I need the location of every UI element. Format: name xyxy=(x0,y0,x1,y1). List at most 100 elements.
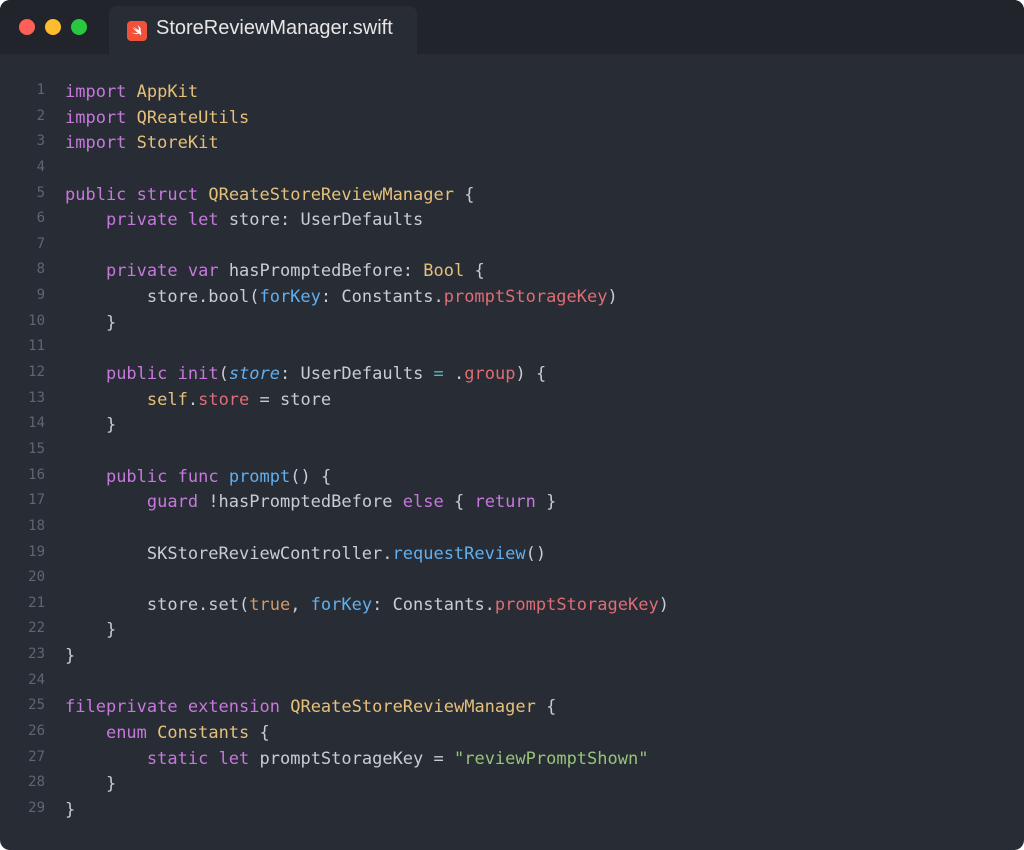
code-token: public xyxy=(105,466,168,487)
line-number: 6 xyxy=(36,210,45,227)
code-token: } xyxy=(65,774,117,795)
line-number: 5 xyxy=(36,184,45,201)
code-token: () xyxy=(525,543,547,564)
code-token: !hasPromptedBefore xyxy=(198,492,403,513)
minimize-window-button[interactable] xyxy=(45,19,61,35)
line-number: 12 xyxy=(28,364,45,381)
code-line: 28 } xyxy=(0,772,1024,798)
code-line: 3 import StoreKit xyxy=(0,131,1024,157)
code-token: } xyxy=(65,620,117,641)
code-token: store: UserDefaults xyxy=(218,210,424,231)
code-line: 25 fileprivate extension QReateStoreRevie… xyxy=(0,695,1024,721)
code-token: requestReview xyxy=(392,543,526,564)
code-text: } xyxy=(65,618,116,644)
code-line: 2 import QReateUtils xyxy=(0,106,1024,132)
code-token: return xyxy=(474,492,536,513)
code-text: guard !hasPromptedBefore else { return } xyxy=(65,490,556,516)
code-token: } xyxy=(65,646,76,667)
line-number: 29 xyxy=(28,799,45,816)
code-line: 4 xyxy=(0,157,1024,183)
editor-window: StoreReviewManager.swift 1 import AppKit 2… xyxy=(0,0,1024,850)
code-line: 11 xyxy=(0,336,1024,362)
code-token: import xyxy=(65,107,127,128)
code-text: } xyxy=(65,644,75,670)
code-token: } xyxy=(65,799,76,820)
code-token: store xyxy=(228,364,281,385)
code-text: } xyxy=(65,798,75,824)
line-number: 15 xyxy=(28,440,45,457)
code-token: guard xyxy=(146,492,199,513)
code-text: import QReateUtils xyxy=(65,106,249,132)
code-line: 16 public func prompt() { xyxy=(0,465,1024,491)
code-line: 21 store.set(true, forKey: Constants.pro… xyxy=(0,593,1024,619)
swift-icon xyxy=(127,21,147,41)
code-line: 5 public struct QReateStoreReviewManager … xyxy=(0,183,1024,209)
code-token: ( xyxy=(218,364,229,385)
line-number: 2 xyxy=(36,107,45,124)
code-text: public struct QReateStoreReviewManager { xyxy=(65,183,474,209)
code-text: store.set(true, forKey: Constants.prompt… xyxy=(65,593,669,619)
code-line: 18 xyxy=(0,516,1024,542)
close-window-button[interactable] xyxy=(19,19,35,35)
code-text: fileprivate extension QReateStoreReviewM… xyxy=(65,695,556,721)
code-token: self xyxy=(146,389,188,410)
code-token: import xyxy=(65,82,127,102)
code-token: func xyxy=(177,466,219,487)
line-number: 18 xyxy=(28,517,45,534)
code-editor[interactable]: 1 import AppKit 2 import QReateUtils 3 import… xyxy=(0,80,1024,824)
code-token: = store xyxy=(249,389,332,410)
line-number: 28 xyxy=(28,774,45,791)
line-number: 4 xyxy=(36,158,45,175)
line-number: 25 xyxy=(28,697,45,714)
code-token: public xyxy=(105,364,168,385)
code-token: ) { xyxy=(515,364,547,385)
code-token: QReateStoreReviewManager xyxy=(208,184,454,205)
code-token: store.bool( xyxy=(65,287,260,308)
line-number: 3 xyxy=(36,133,45,150)
code-token: promptStorageKey xyxy=(443,287,608,308)
code-text: enum Constants { xyxy=(65,721,270,747)
line-number: 14 xyxy=(28,415,45,432)
line-number: 8 xyxy=(36,261,45,278)
code-line: 17 guard !hasPromptedBefore else { retur… xyxy=(0,490,1024,516)
code-line: 19 SKStoreReviewController.requestReview… xyxy=(0,542,1024,568)
code-token: store.set( xyxy=(65,594,250,615)
code-text: } xyxy=(65,311,116,337)
code-token: SKStoreReviewController. xyxy=(65,543,393,564)
code-text: } xyxy=(65,413,116,439)
code-text: public init(store: UserDefaults = .group… xyxy=(65,362,546,388)
code-token: private xyxy=(105,210,178,231)
line-number: 22 xyxy=(28,620,45,637)
code-token: prompt xyxy=(228,466,291,487)
code-token: var xyxy=(187,261,219,282)
code-text: static let promptStorageKey = "reviewPro… xyxy=(65,747,649,773)
code-token: : Constants. xyxy=(320,287,444,308)
code-token: public xyxy=(65,184,127,205)
code-line: 26 enum Constants { xyxy=(0,721,1024,747)
code-token: store xyxy=(198,389,250,410)
maximize-window-button[interactable] xyxy=(71,19,87,35)
code-text: store.bool(forKey: Constants.promptStora… xyxy=(65,285,618,311)
code-token: extension xyxy=(187,697,280,718)
code-line: 22 } xyxy=(0,618,1024,644)
code-token: } xyxy=(535,492,557,513)
code-line: 20 xyxy=(0,567,1024,593)
code-token: AppKit xyxy=(136,82,199,102)
code-token: group xyxy=(464,364,516,385)
code-token: () { xyxy=(290,466,332,487)
code-token: = xyxy=(433,364,444,385)
code-token: hasPromptedBefore: xyxy=(218,261,424,282)
file-tab[interactable]: StoreReviewManager.swift xyxy=(109,6,417,54)
code-token: let xyxy=(187,210,219,231)
